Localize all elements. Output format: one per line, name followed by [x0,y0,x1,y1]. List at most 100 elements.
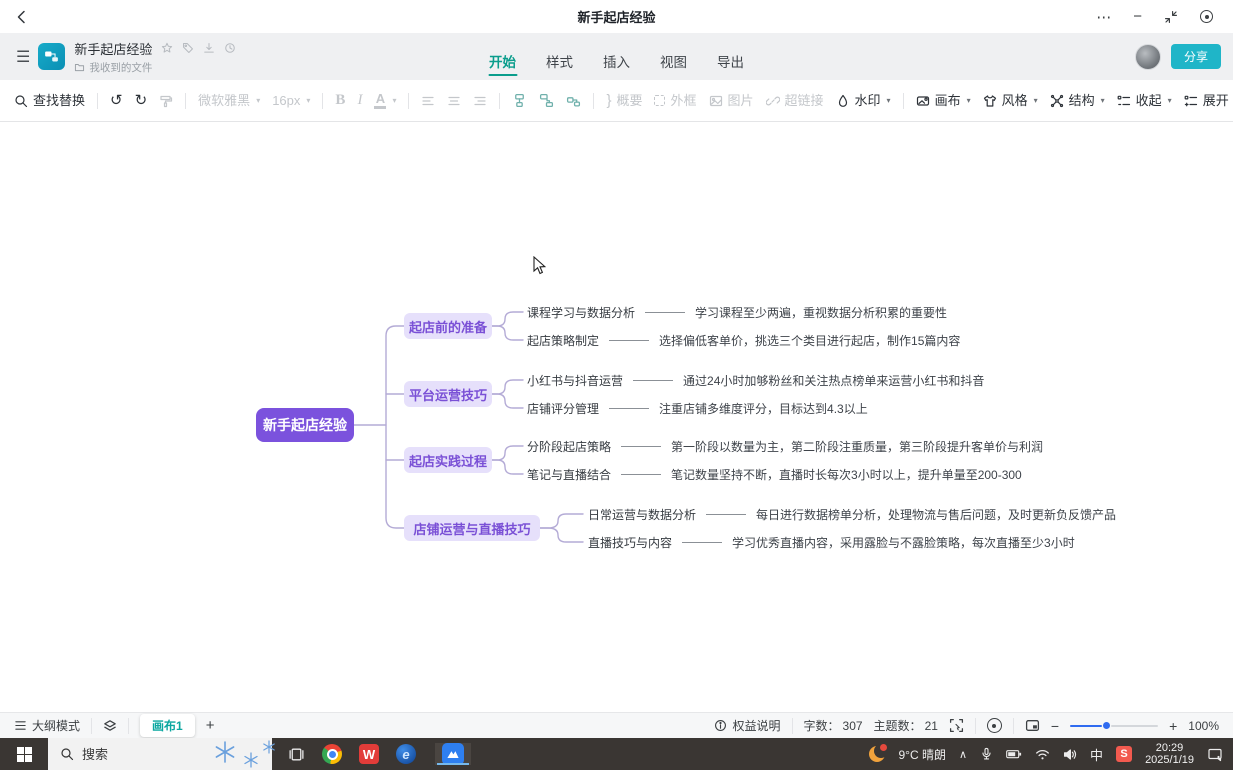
mindmap-subtopic-row[interactable]: 笔记与直播结合 笔记数量坚持不断，直播时长每次3小时以上，提升单量至200-30… [527,466,1022,482]
hyperlink-button[interactable]: 超链接 [766,94,824,108]
align-right-button[interactable] [473,94,487,108]
wps-button[interactable]: W [359,744,379,764]
summary-button[interactable]: }概要 [606,93,642,108]
locate-center-button[interactable] [987,718,1002,733]
subtopic-detail[interactable]: 学习课程至少两遍，重视数据分析积累的重要性 [695,304,947,321]
font-family-select[interactable]: 微软雅黑▾ [198,94,260,107]
taskbar-search[interactable] [48,738,272,770]
task-view-button[interactable] [288,746,305,763]
align-left-button[interactable] [421,94,435,108]
mindmap-app-taskbar-button[interactable] [435,743,471,765]
tab-insert[interactable]: 插入 [602,47,631,75]
share-button[interactable]: 分享 [1171,44,1221,69]
mindmap-subtopic-row[interactable]: 直播技巧与内容 学习优秀直播内容，采用露脸与不露脸策略，每次直播至少3小时 [588,534,1075,550]
mindmap-subtopic-row[interactable]: 起店策略制定 选择偏低客单价，挑选三个类目进行起店，制作15篇内容 [527,332,960,348]
weather-button[interactable] [868,745,886,763]
tab-start[interactable]: 开始 [488,47,517,75]
battery-tray-button[interactable] [1006,748,1022,760]
subtopic-detail[interactable]: 学习优秀直播内容，采用露脸与不露脸策略，每次直播至少3小时 [732,534,1075,551]
canvas-button[interactable]: 画布▾ [916,94,971,108]
zoom-slider-knob[interactable] [1103,722,1110,729]
mindmap-subtopic-row[interactable]: 小红书与抖音运营 通过24小时加够粉丝和关注热点榜单来运营小红书和抖音 [527,372,984,388]
file-name[interactable]: 新手起店经验 [74,39,152,58]
subtopic-label[interactable]: 分阶段起店策略 [527,438,611,455]
chrome-button[interactable] [322,744,342,764]
start-button[interactable] [0,738,48,770]
subtopic-label[interactable]: 店铺评分管理 [527,400,599,417]
browser-button[interactable]: e [396,744,416,764]
file-location-row[interactable]: 我收到的文件 [74,60,236,75]
favorite-star-icon[interactable] [161,42,173,54]
canvas-tab[interactable]: 画布1 [140,714,195,737]
back-button[interactable] [14,9,30,25]
zoom-slider[interactable] [1070,722,1158,730]
subtopic-label[interactable]: 日常运营与数据分析 [588,506,696,523]
menu-button[interactable]: ☰ [16,47,30,67]
mindmap-subtopic-row[interactable]: 分阶段起店策略 第一阶段以数量为主，第二阶段注重质量，第三阶段提升客单价与利润 [527,438,1043,454]
tag-icon[interactable] [182,42,194,54]
expand-button[interactable]: 展开▾ [1184,94,1233,108]
sogou-ime-button[interactable]: S [1116,746,1132,762]
volume-tray-button[interactable] [1063,748,1077,761]
subtopic-label[interactable]: 直播技巧与内容 [588,534,672,551]
clock[interactable]: 20:29 2025/1/19 [1145,742,1194,767]
mindmap-subtopic-row[interactable]: 课程学习与数据分析 学习课程至少两遍，重视数据分析积累的重要性 [527,304,947,320]
bold-button[interactable]: B [335,93,345,108]
watermark-button[interactable]: 水印▾ [836,94,891,108]
subtopic-label[interactable]: 小红书与抖音运营 [527,372,623,389]
tab-view[interactable]: 视图 [659,47,688,75]
zoom-out-button[interactable]: − [1051,718,1059,734]
frame-button[interactable]: 外框 [654,94,696,107]
subtopic-label[interactable]: 笔记与直播结合 [527,466,611,483]
show-hidden-icons-button[interactable]: ∧ [959,748,967,761]
weather-text[interactable]: 9°C 晴朗 [899,746,946,763]
more-button[interactable]: ⋯ [1096,8,1111,26]
insert-parent-topic-button[interactable] [566,93,581,108]
style-button[interactable]: 风格▾ [983,94,1038,108]
italic-button[interactable]: I [357,93,362,108]
redo-button[interactable]: ↻ [135,93,148,108]
subtopic-label[interactable]: 课程学习与数据分析 [527,304,635,321]
mindmap-branch-node[interactable]: 起店实践过程 [404,447,492,473]
add-canvas-button[interactable]: + [206,717,215,734]
avatar[interactable] [1135,44,1161,70]
font-size-select[interactable]: 16px▾ [272,94,310,107]
subtopic-detail[interactable]: 第一阶段以数量为主，第二阶段注重质量，第三阶段提升客单价与利润 [671,438,1043,455]
search-input[interactable] [82,747,192,762]
mindmap-subtopic-row[interactable]: 店铺评分管理 注重店铺多维度评分，目标达到4.3以上 [527,400,868,416]
tab-export[interactable]: 导出 [716,47,745,75]
restore-button[interactable] [1164,10,1178,24]
subtopic-detail[interactable]: 每日进行数据榜单分析，处理物流与售后问题，及时更新负反馈产品 [756,506,1116,523]
format-painter-button[interactable] [159,94,173,108]
font-color-button[interactable]: A ▾ [374,92,396,109]
find-replace-button[interactable]: 查找替换 [14,94,85,108]
ime-language-button[interactable]: 中 [1090,745,1103,764]
minimize-button[interactable]: − [1133,8,1142,25]
structure-button[interactable]: 结构▾ [1050,94,1105,108]
mindmap-root-node[interactable]: 新手起店经验 [256,408,354,442]
subtopic-detail[interactable]: 通过24小时加够粉丝和关注热点榜单来运营小红书和抖音 [683,372,984,389]
download-icon[interactable] [203,42,215,54]
microphone-tray-button[interactable] [980,747,993,761]
minimap-button[interactable] [1025,718,1040,733]
zoom-in-button[interactable]: + [1169,718,1177,734]
subtopic-label[interactable]: 起店策略制定 [527,332,599,349]
mindmap-branch-node[interactable]: 店铺运营与直播技巧 [404,515,540,541]
app-logo-icon[interactable] [38,43,65,70]
rights-info-button[interactable]: 权益说明 [714,717,780,734]
mindmap-branch-node[interactable]: 平台运营技巧 [404,381,492,407]
subtopic-detail[interactable]: 笔记数量坚持不断，直播时长每次3小时以上，提升单量至200-300 [671,466,1022,483]
mindmap-canvas[interactable]: 新手起店经验 起店前的准备 平台运营技巧 起店实践过程 店铺运营与直播技巧 课程… [0,122,1233,712]
mindmap-subtopic-row[interactable]: 日常运营与数据分析 每日进行数据榜单分析，处理物流与售后问题，及时更新负反馈产品 [588,506,1116,522]
close-button[interactable] [1200,10,1213,23]
notification-center-button[interactable] [1207,747,1223,762]
align-center-button[interactable] [447,94,461,108]
collapse-button[interactable]: 收起▾ [1117,94,1172,108]
insert-child-topic-button[interactable] [512,93,527,108]
history-sync-icon[interactable] [224,42,236,54]
outline-mode-button[interactable]: 大纲模式 [14,717,80,734]
subtopic-detail[interactable]: 选择偏低客单价，挑选三个类目进行起店，制作15篇内容 [659,332,960,349]
undo-button[interactable]: ↺ [110,93,123,108]
fit-screen-button[interactable] [949,718,964,733]
insert-sibling-topic-button[interactable] [539,93,554,108]
